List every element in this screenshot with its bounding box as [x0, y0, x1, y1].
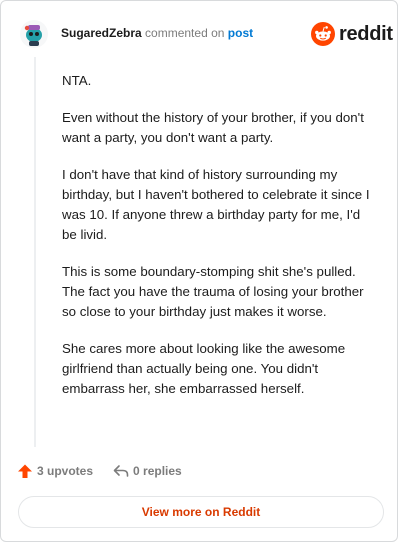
user-avatar[interactable]	[19, 19, 49, 49]
comment-body: NTA. Even without the history of your br…	[62, 71, 374, 416]
comment-paragraph: This is some boundary-stomping shit she'…	[62, 264, 364, 319]
post-link[interactable]: post	[228, 26, 253, 40]
action-text: commented on	[145, 26, 225, 40]
thread-line	[34, 57, 36, 447]
reddit-wordmark: reddit	[339, 22, 393, 45]
upvote-arrow-icon	[18, 464, 32, 478]
comment-paragraph: She cares more about looking like the aw…	[62, 341, 346, 396]
upvote-button[interactable]: 3 upvotes	[17, 463, 93, 479]
snoo-avatar-icon	[20, 20, 48, 48]
comment-paragraph: Even without the history of your brother…	[62, 110, 364, 145]
comment-header: SugaredZebra commented on post	[61, 25, 253, 41]
view-more-on-reddit-button[interactable]: View more on Reddit	[18, 496, 384, 528]
upvote-count: 3 upvotes	[37, 464, 94, 478]
comment-actions: 3 upvotes 0 replies	[17, 461, 182, 481]
comment-embed-card: SugaredZebra commented on post reddit NT…	[0, 0, 398, 542]
reply-count: 0 replies	[133, 464, 182, 478]
reply-button[interactable]: 0 replies	[113, 463, 182, 479]
comment-paragraph: I don't have that kind of history surrou…	[62, 167, 370, 242]
username-link[interactable]: SugaredZebra	[61, 26, 142, 40]
reddit-brand-link[interactable]: reddit	[311, 21, 393, 47]
reply-arrow-icon	[113, 465, 129, 477]
reddit-logo-icon	[311, 22, 335, 46]
comment-paragraph: NTA.	[62, 73, 92, 88]
